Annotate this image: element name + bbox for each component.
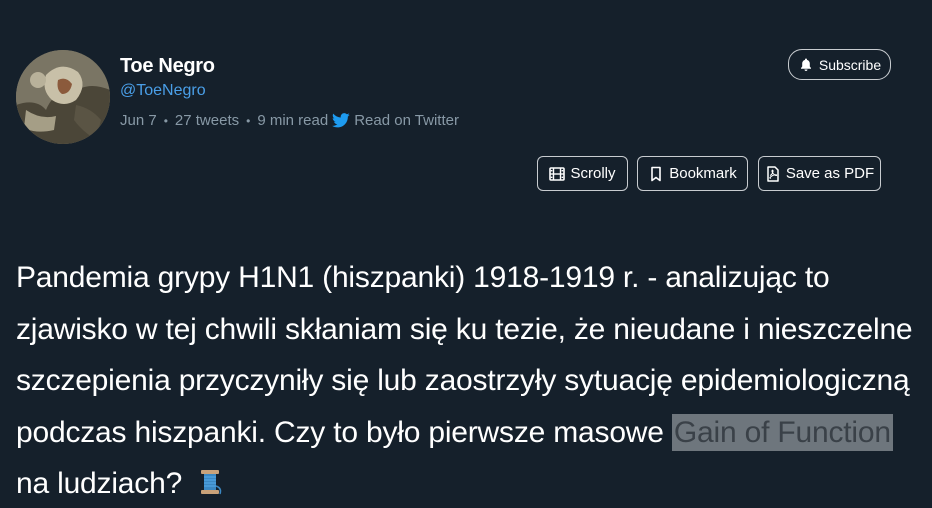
subscribe-button[interactable]: Subscribe: [788, 49, 891, 80]
film-icon: [549, 166, 566, 182]
meta-separator: •: [246, 113, 251, 128]
tweet-text: Pandemia grypy H1N1 (hiszpanki) 1918-191…: [16, 252, 916, 508]
meta-separator: •: [163, 113, 168, 128]
save-pdf-label: Save as PDF: [785, 165, 875, 182]
author-name[interactable]: Toe Negro: [120, 55, 215, 78]
author-handle[interactable]: @ToeNegro: [120, 82, 206, 100]
scrolly-button[interactable]: Scrolly: [537, 156, 628, 191]
bookmark-icon: [648, 166, 664, 182]
thread-reader-page: Toe Negro @ToeNegro Jun 7 • 27 tweets • …: [0, 0, 932, 508]
scrolly-label: Scrolly: [570, 165, 616, 182]
thread-meta: Jun 7 • 27 tweets • 9 min read Read on T…: [120, 112, 459, 129]
read-time: 9 min read: [257, 112, 329, 129]
pdf-icon: [765, 165, 781, 182]
read-on-twitter-link[interactable]: Read on Twitter: [354, 112, 459, 129]
tweet-count: 27 tweets: [174, 112, 240, 129]
bookmark-label: Bookmark: [669, 165, 737, 182]
avatar[interactable]: [16, 50, 110, 144]
save-pdf-button[interactable]: Save as PDF: [758, 156, 881, 191]
tweet-text-tail: na ludziach?: [16, 467, 191, 500]
highlighted-phrase: Gain of Function: [671, 413, 893, 451]
twitter-bird-icon[interactable]: [332, 113, 350, 128]
bookmark-button[interactable]: Bookmark: [637, 156, 748, 191]
subscribe-label: Subscribe: [818, 56, 882, 73]
thread-date: Jun 7: [120, 112, 157, 129]
thread-spool-emoji: [194, 466, 226, 498]
avatar-image: [16, 50, 110, 144]
bell-icon: [798, 57, 814, 73]
